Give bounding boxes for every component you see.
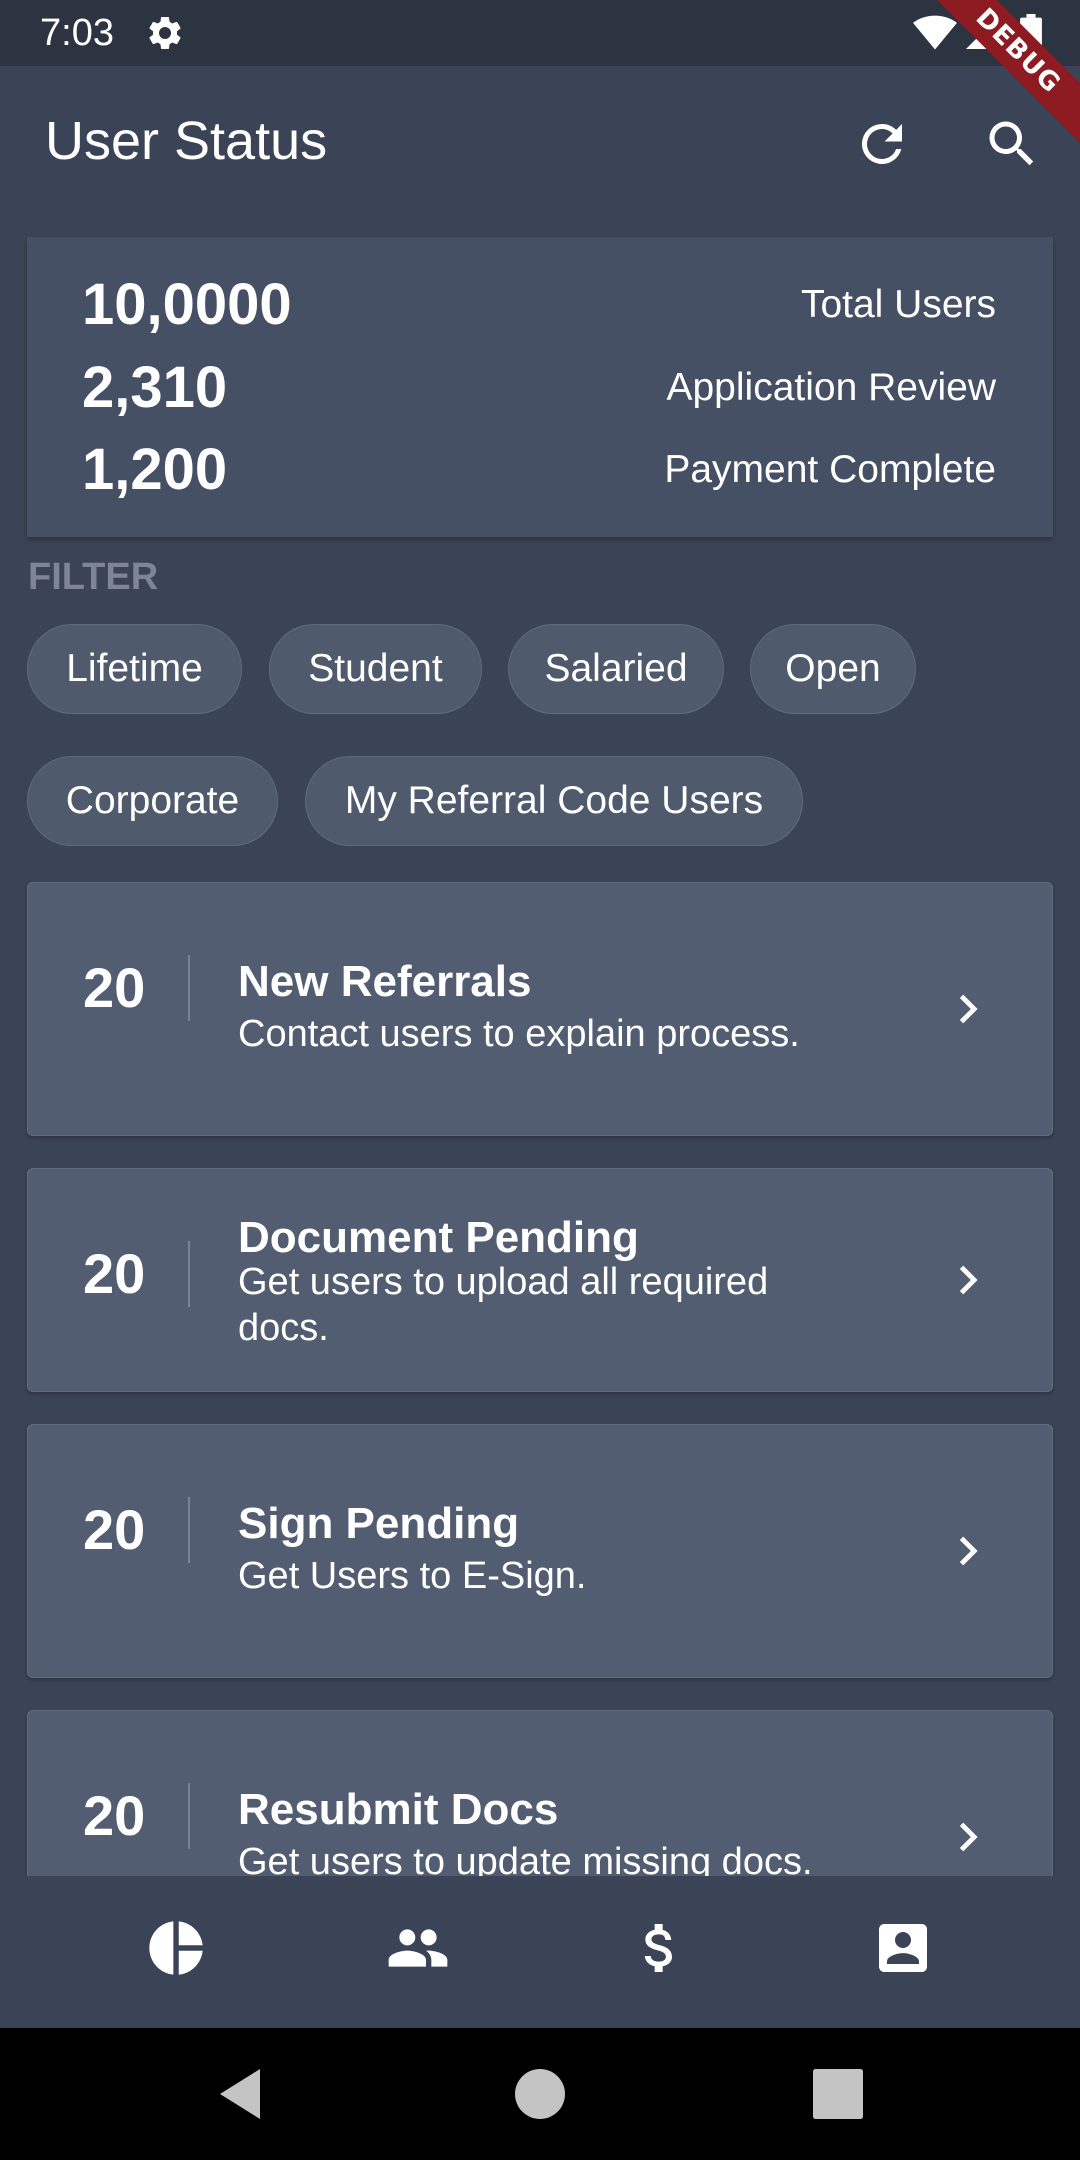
item-divider: [188, 1783, 190, 1849]
refresh-icon[interactable]: [852, 114, 912, 174]
filter-chip-salaried[interactable]: Salaried: [508, 624, 724, 714]
status-list[interactable]: 20 New Referrals Contact users to explai…: [0, 860, 1080, 1876]
chevron-right-icon[interactable]: [945, 1257, 991, 1303]
item-subtitle: Get Users to E-Sign.: [238, 1555, 587, 1597]
item-divider: [188, 955, 190, 1021]
item-title: Sign Pending: [238, 1499, 520, 1548]
chevron-right-icon[interactable]: [945, 986, 991, 1032]
stat-value: 2,310: [82, 355, 228, 420]
search-icon[interactable]: [982, 114, 1042, 174]
app-bar: User Status: [0, 66, 1080, 220]
stat-value: 1,200: [82, 437, 228, 502]
filter-chip-lifetime[interactable]: Lifetime: [27, 624, 242, 714]
people-icon[interactable]: [386, 1916, 450, 1980]
recents-icon[interactable]: [808, 2064, 868, 2124]
bottom-navigation: [0, 1876, 1080, 2028]
item-subtitle: Get users to upload all required docs.: [238, 1261, 769, 1349]
status-card-sign-pending[interactable]: 20 Sign Pending Get Users to E-Sign.: [27, 1424, 1053, 1678]
item-divider: [188, 1241, 190, 1307]
filter-chip-student[interactable]: Student: [269, 624, 482, 714]
item-subtitle: Contact users to explain process.: [238, 1013, 800, 1055]
chevron-right-icon[interactable]: [945, 1814, 991, 1860]
wifi-icon: [913, 15, 957, 50]
stat-label: Payment Complete: [664, 448, 996, 491]
item-count: 20: [83, 1784, 146, 1847]
settings-gear-icon: [149, 16, 181, 49]
filter-label: FILTER: [28, 556, 159, 598]
stat-row-application-review: 2,310 Application Review: [27, 347, 1053, 429]
back-icon[interactable]: [210, 2064, 270, 2124]
stat-value: 10,0000: [82, 272, 292, 337]
chevron-right-icon[interactable]: [945, 1528, 991, 1574]
home-icon[interactable]: [510, 2064, 570, 2124]
stat-row-total-users: 10,0000 Total Users: [27, 264, 1053, 346]
page-title: User Status: [45, 111, 328, 171]
contact-card-icon[interactable]: [871, 1916, 935, 1980]
system-navigation-bar: [0, 2028, 1080, 2160]
status-card-new-referrals[interactable]: 20 New Referrals Contact users to explai…: [27, 882, 1053, 1136]
dollar-icon[interactable]: [628, 1916, 692, 1980]
filter-chip-corporate[interactable]: Corporate: [27, 756, 278, 846]
stat-label: Application Review: [666, 366, 996, 409]
item-title: Document Pending: [238, 1213, 639, 1262]
stat-label: Total Users: [800, 283, 996, 326]
item-subtitle: Get users to update missing docs.: [238, 1841, 813, 1876]
stat-row-payment-complete: 1,200 Payment Complete: [27, 429, 1053, 511]
status-card-document-pending[interactable]: 20 Document Pending Get users to upload …: [27, 1168, 1053, 1392]
item-count: 20: [83, 1242, 146, 1305]
status-bar: 7:03: [0, 0, 1080, 66]
item-title: Resubmit Docs: [238, 1785, 559, 1834]
filter-chip-open[interactable]: Open: [750, 624, 916, 714]
stats-card: 10,0000 Total Users 2,310 Application Re…: [27, 237, 1053, 537]
status-time: 7:03: [40, 12, 114, 54]
pie-chart-icon[interactable]: [144, 1916, 208, 1980]
item-title: New Referrals: [238, 957, 532, 1006]
item-count: 20: [83, 956, 146, 1019]
item-divider: [188, 1497, 190, 1563]
filter-chip-my-referral-code-users[interactable]: My Referral Code Users: [305, 756, 803, 846]
status-card-resubmit-docs[interactable]: 20 Resubmit Docs Get users to update mis…: [27, 1710, 1053, 1876]
item-count: 20: [83, 1498, 146, 1561]
